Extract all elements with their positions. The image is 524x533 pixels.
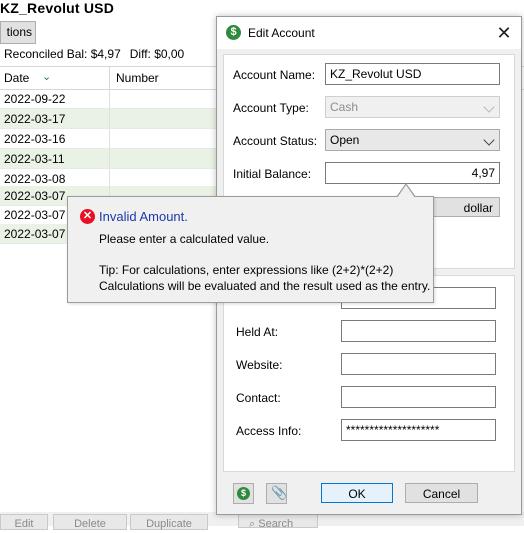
currency-button[interactable]: dollar [425, 197, 500, 217]
account-type-select[interactable]: Cash [325, 96, 500, 118]
reconcile-stats: Reconciled Bal: $4,97 Diff: $0,00 [4, 47, 193, 61]
website-field[interactable] [341, 353, 496, 375]
cell-divider [109, 89, 110, 108]
tooltip-title: Invalid Amount. [99, 209, 188, 224]
initial-balance-field[interactable] [325, 162, 500, 184]
row-date: 2022-03-08 [4, 172, 66, 186]
tooltip-tip-line: Tip: For calculations, enter expressions… [99, 263, 394, 277]
account-status-value: Open [330, 133, 360, 147]
chevron-down-icon [483, 134, 495, 146]
column-date[interactable]: Date [4, 71, 29, 85]
reconciled-balance: Reconciled Bal: $4,97 [4, 47, 121, 61]
chevron-down-icon [483, 101, 495, 113]
error-icon: ✕ [80, 209, 95, 224]
row-date: 2022-03-07 [4, 227, 66, 241]
account-name-label: Account Name: [233, 68, 316, 82]
column-number[interactable]: Number [116, 71, 159, 85]
account-type-label: Account Type: [233, 101, 309, 115]
options-label: tions [6, 25, 32, 39]
search-label: Search [258, 518, 294, 530]
dollar-icon: $ [226, 25, 241, 40]
invalid-amount-tooltip: ✕ Invalid Amount. Please enter a calcula… [67, 183, 434, 303]
attachment-button[interactable]: 📎 [266, 483, 287, 504]
account-status-label: Account Status: [233, 134, 318, 148]
initial-balance-label: Initial Balance: [233, 167, 312, 181]
cancel-button[interactable]: Cancel [405, 483, 478, 503]
difference: Diff: $0,00 [129, 47, 185, 61]
held-at-field[interactable] [341, 320, 496, 342]
row-date: 2022-09-22 [4, 92, 66, 106]
row-date: 2022-03-11 [4, 152, 65, 166]
edit-button[interactable]: Edit [0, 514, 48, 530]
cell-divider [109, 109, 110, 128]
account-name-field[interactable] [325, 63, 500, 85]
sort-desc-icon: ⌄ [42, 71, 52, 83]
row-date: 2022-03-07 [4, 189, 66, 203]
dollar-icon: $ [237, 487, 250, 500]
paperclip-icon: 📎 [271, 485, 288, 500]
row-date: 2022-03-07 [4, 208, 66, 222]
delete-button[interactable]: Delete [53, 514, 127, 530]
row-date: 2022-03-16 [4, 132, 66, 146]
tooltip-tip-line-2: Calculations will be evaluated and the r… [99, 279, 431, 293]
access-info-label: Access Info: [236, 424, 302, 438]
currency-info-button[interactable]: $ [233, 483, 254, 504]
dialog-title: Edit Account [248, 26, 315, 40]
account-type-value: Cash [330, 100, 359, 114]
dialog-titlebar[interactable]: $ Edit Account ✕ [217, 17, 521, 49]
close-icon[interactable]: ✕ [493, 22, 515, 44]
search-icon: ⌕ [249, 518, 256, 530]
column-divider[interactable] [109, 67, 110, 89]
account-title: KZ_Revolut USD [0, 0, 115, 16]
table-row[interactable]: 2022-03-17 [0, 109, 216, 129]
tooltip-message: Please enter a calculated value. [99, 232, 270, 246]
options-button[interactable]: tions [0, 21, 36, 44]
row-date: 2022-03-17 [4, 112, 66, 126]
ok-button[interactable]: OK [321, 483, 393, 503]
duplicate-button[interactable]: Duplicate [130, 514, 208, 530]
table-row[interactable]: 2022-03-11 [0, 149, 216, 169]
tooltip-pointer-inner [397, 185, 415, 198]
table-row[interactable]: 2022-09-22 [0, 89, 216, 109]
contact-label: Contact: [236, 391, 281, 405]
website-label: Website: [236, 358, 283, 372]
account-status-select[interactable]: Open [325, 129, 500, 151]
contact-field[interactable] [341, 386, 496, 408]
cell-divider [109, 149, 110, 168]
held-at-label: Held At: [236, 325, 279, 339]
access-info-field[interactable] [341, 419, 496, 441]
table-row[interactable]: 2022-03-16 [0, 129, 216, 149]
cell-divider [109, 129, 110, 148]
